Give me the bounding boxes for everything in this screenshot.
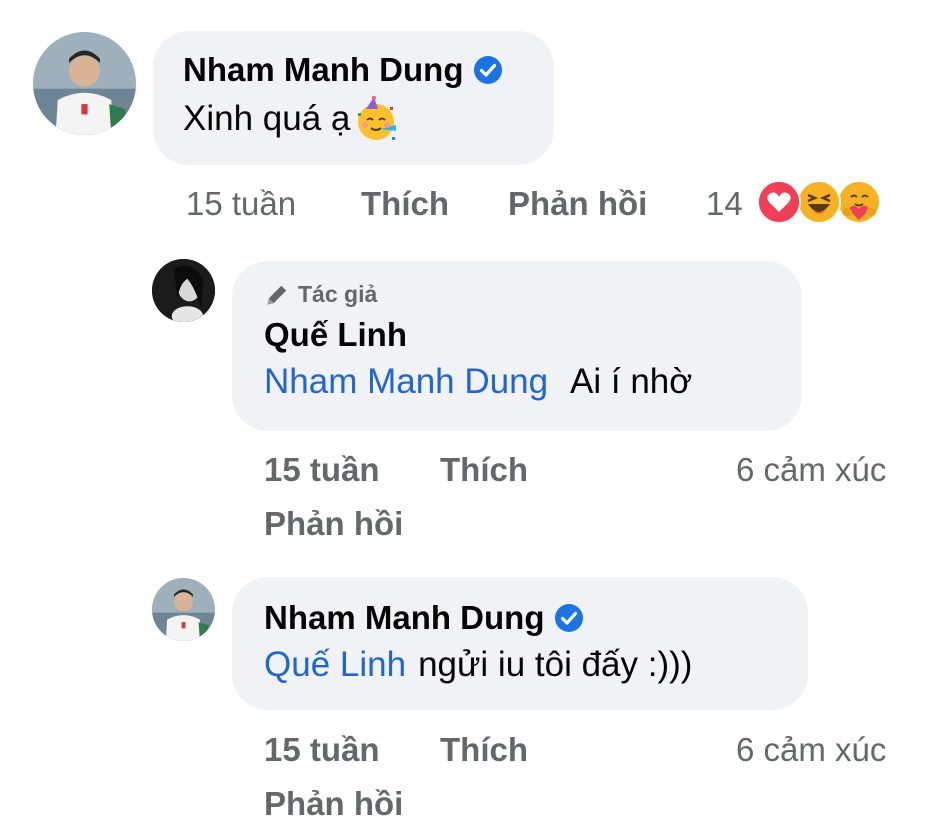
reply-text: Nham Manh Dung Ai í nhờ: [264, 362, 693, 402]
mention-link[interactable]: Nham Manh Dung: [264, 362, 548, 402]
reactions-count-label[interactable]: 6 cảm xúc: [736, 731, 886, 769]
avatar-que-linh[interactable]: [152, 259, 215, 322]
comment-bubble-main: Nham Manh Dung Xinh quá ạ: [153, 31, 554, 165]
reply-bubble-nham-manh-dung: Nham Manh Dung Quế Linh ngửi iu tôi đấy …: [232, 577, 808, 710]
reply-button[interactable]: Phản hồi: [508, 185, 647, 223]
haha-icon: [797, 180, 841, 224]
pencil-icon: [264, 282, 290, 308]
reply-text: Quế Linh ngửi iu tôi đấy :))): [264, 645, 693, 685]
comment-timestamp[interactable]: 15 tuần: [186, 185, 296, 223]
reply-button[interactable]: Phản hồi: [264, 505, 403, 543]
reactions-count-label[interactable]: 6 cảm xúc: [736, 451, 886, 489]
care-icon: [837, 180, 881, 224]
verified-badge-icon: [473, 55, 503, 85]
reaction-count[interactable]: 14: [706, 185, 743, 223]
reaction-summary[interactable]: [757, 180, 887, 224]
reply-author-name[interactable]: Quế Linh: [264, 316, 770, 354]
like-button[interactable]: Thích: [440, 451, 528, 489]
party-face-icon: [352, 95, 400, 143]
avatar-nham-manh-dung-small[interactable]: [152, 578, 215, 641]
reply-author-name[interactable]: Nham Manh Dung: [264, 599, 776, 637]
reply-timestamp[interactable]: 15 tuần: [264, 731, 380, 769]
avatar-nham-manh-dung[interactable]: [33, 32, 136, 135]
love-icon: [757, 180, 801, 224]
verified-badge-icon: [554, 603, 584, 633]
like-button[interactable]: Thích: [361, 185, 449, 223]
mention-link[interactable]: Quế Linh: [264, 645, 406, 685]
author-badge: Tác giả: [264, 281, 770, 308]
reply-timestamp[interactable]: 15 tuần: [264, 451, 380, 489]
comment-author-name[interactable]: Nham Manh Dung: [183, 51, 524, 89]
like-button[interactable]: Thích: [440, 731, 528, 769]
reply-bubble-que-linh: Tác giả Quế Linh Nham Manh Dung Ai í nhờ: [232, 261, 802, 431]
reply-button[interactable]: Phản hồi: [264, 785, 403, 823]
comment-thread: Nham Manh Dung Xinh quá ạ 15 tuần Thích …: [0, 0, 933, 828]
comment-text: Xinh quá ạ: [183, 95, 524, 143]
